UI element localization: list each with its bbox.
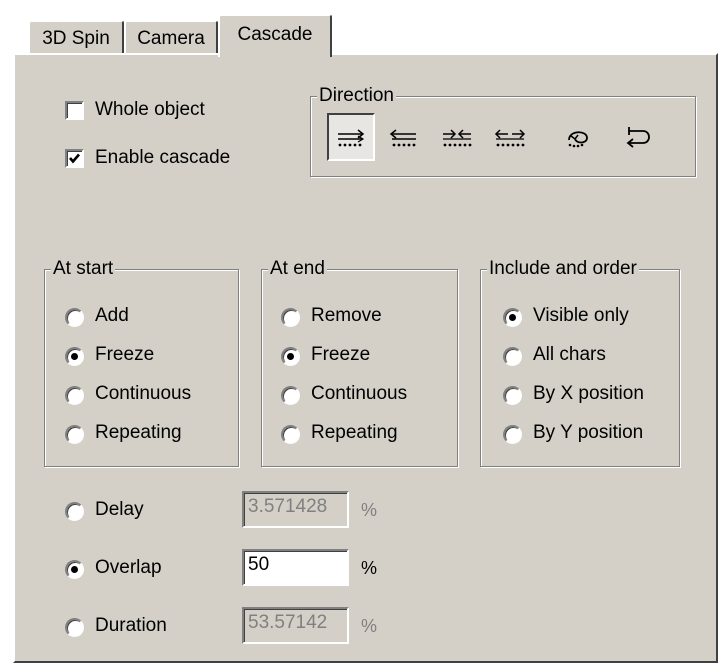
at-start-add-label: Add <box>95 305 129 326</box>
at-start-freeze-radio[interactable] <box>65 347 84 366</box>
overlap-label: Overlap <box>95 557 162 578</box>
cascade-right-to-left-icon <box>389 129 416 147</box>
tab-label: Cascade <box>237 23 313 45</box>
cascade-outward-icon <box>494 129 526 147</box>
cascade-spiral-icon <box>568 131 588 148</box>
at-start-add-radio[interactable] <box>65 308 84 327</box>
direction-loop-button[interactable] <box>614 113 662 161</box>
direction-group: Direction <box>310 85 696 177</box>
duration-label: Duration <box>95 615 167 636</box>
at-end-freeze-radio[interactable] <box>281 347 300 366</box>
tab-label: 3D Spin <box>42 27 110 49</box>
tab-3d-spin[interactable]: 3D Spin <box>28 20 124 55</box>
tab-label: Camera <box>137 27 205 49</box>
all-chars-label: All chars <box>533 344 606 365</box>
at-start-repeating-radio[interactable] <box>65 425 84 444</box>
include-order-legend: Include and order <box>487 258 639 280</box>
at-end-continuous-radio[interactable] <box>281 386 300 405</box>
cascade-left-to-right-icon <box>338 129 365 147</box>
at-start-continuous-label: Continuous <box>95 383 192 404</box>
at-end-repeating-label: Repeating <box>311 422 398 443</box>
at-end-continuous-label: Continuous <box>311 383 408 404</box>
whole-object-label: Whole object <box>95 99 205 120</box>
duration-field[interactable]: 53.57142 <box>242 607 349 644</box>
whole-object-checkbox[interactable] <box>65 101 84 120</box>
overlap-unit: % <box>361 558 378 578</box>
check-icon <box>69 153 80 164</box>
cascade-loop-icon <box>626 127 650 148</box>
delay-field[interactable]: 3.571428 <box>242 491 349 528</box>
cascade-inward-icon <box>443 129 472 147</box>
delay-label: Delay <box>95 499 144 520</box>
by-y-position-radio[interactable] <box>503 425 522 444</box>
at-end-legend: At end <box>268 258 327 280</box>
direction-inward-button[interactable] <box>433 113 481 161</box>
at-start-continuous-radio[interactable] <box>65 386 84 405</box>
enable-cascade-checkbox[interactable] <box>65 149 84 168</box>
all-chars-radio[interactable] <box>503 347 522 366</box>
at-end-remove-label: Remove <box>311 305 382 326</box>
direction-left-to-right-button[interactable] <box>327 113 375 161</box>
at-start-legend: At start <box>51 258 116 280</box>
duration-radio[interactable] <box>65 618 84 637</box>
duration-unit: % <box>361 616 378 636</box>
delay-radio[interactable] <box>65 502 84 521</box>
overlap-field[interactable]: 50 <box>242 549 349 586</box>
at-end-freeze-label: Freeze <box>311 344 371 365</box>
direction-spiral-button[interactable] <box>554 113 602 161</box>
at-end-remove-radio[interactable] <box>281 308 300 327</box>
by-x-position-label: By X position <box>533 383 644 404</box>
cascade-panel: Whole object Enable cascade Direction At… <box>13 53 718 663</box>
tab-camera[interactable]: Camera <box>124 20 218 55</box>
visible-only-radio[interactable] <box>503 308 522 327</box>
by-y-position-label: By Y position <box>533 422 644 443</box>
direction-legend: Direction <box>317 85 396 107</box>
at-end-repeating-radio[interactable] <box>281 425 300 444</box>
delay-unit: % <box>361 500 378 520</box>
overlap-radio[interactable] <box>65 560 84 579</box>
enable-cascade-label: Enable cascade <box>95 147 231 168</box>
by-x-position-radio[interactable] <box>503 386 522 405</box>
direction-right-to-left-button[interactable] <box>379 113 427 161</box>
tab-cascade[interactable]: Cascade <box>218 14 332 57</box>
visible-only-label: Visible only <box>533 305 629 326</box>
at-start-repeating-label: Repeating <box>95 422 182 443</box>
at-start-freeze-label: Freeze <box>95 344 155 365</box>
direction-outward-button[interactable] <box>486 113 534 161</box>
